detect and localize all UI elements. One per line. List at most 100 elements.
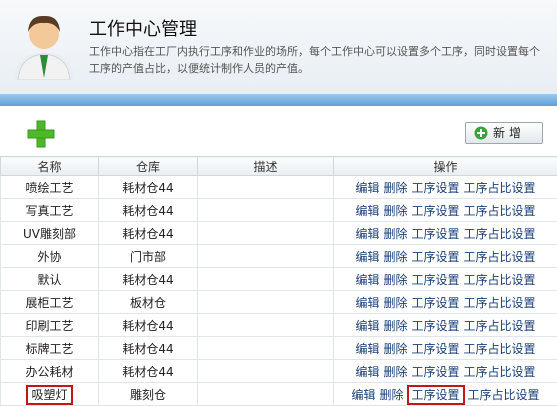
- cell-description: [198, 245, 334, 268]
- cell-description: [198, 314, 334, 337]
- process-ratio-settings-link[interactable]: 工序占比设置: [464, 365, 536, 379]
- table-row: 喷绘工艺耗材仓44 编辑删除工序设置工序占比设置: [1, 176, 557, 199]
- cell-description: [198, 199, 334, 222]
- delete-link[interactable]: 删除: [383, 204, 407, 218]
- row-name: 标牌工艺: [25, 342, 73, 356]
- row-name: UV雕刻部: [23, 227, 76, 241]
- row-name: 展柜工艺: [25, 296, 73, 310]
- edit-link[interactable]: 编辑: [351, 388, 375, 402]
- delete-link[interactable]: 删除: [383, 227, 407, 241]
- add-large-icon[interactable]: [27, 120, 55, 148]
- process-ratio-settings-link[interactable]: 工序占比设置: [468, 388, 540, 402]
- edit-link[interactable]: 编辑: [355, 181, 379, 195]
- delete-link[interactable]: 删除: [383, 250, 407, 264]
- edit-link[interactable]: 编辑: [355, 365, 379, 379]
- table-row: UV雕刻部 耗材仓44 编辑删除工序设置工序占比设置: [1, 222, 557, 245]
- column-header-description: 描述: [198, 157, 334, 176]
- table-row: 印刷工艺耗材仓44 编辑删除工序设置工序占比设置: [1, 314, 557, 337]
- cell-name: UV雕刻部: [1, 222, 99, 245]
- cell-name: 喷绘工艺: [1, 176, 99, 199]
- cell-warehouse: 门市部: [99, 245, 198, 268]
- column-header-operations: 操作: [334, 157, 557, 176]
- process-settings-link[interactable]: 工序设置: [412, 319, 460, 333]
- cell-operations: 编辑删除工序设置工序占比设置: [334, 268, 557, 291]
- cell-warehouse: 耗材仓44: [99, 314, 198, 337]
- row-name: 写真工艺: [25, 204, 73, 218]
- cell-description: [198, 268, 334, 291]
- process-ratio-settings-link[interactable]: 工序占比设置: [464, 181, 536, 195]
- cell-operations: 编辑删除工序设置工序占比设置: [334, 291, 557, 314]
- cell-operations: 编辑删除工序设置工序占比设置: [334, 222, 557, 245]
- cell-operations: 编辑删除工序设置工序占比设置: [334, 314, 557, 337]
- edit-link[interactable]: 编辑: [355, 342, 379, 356]
- delete-link[interactable]: 删除: [383, 342, 407, 356]
- process-settings-link[interactable]: 工序设置: [412, 342, 460, 356]
- user-avatar-icon: [14, 8, 74, 80]
- cell-description: [198, 337, 334, 360]
- table-row: 外协 门市部 编辑删除工序设置工序占比设置: [1, 245, 557, 268]
- cell-description: [198, 383, 334, 406]
- cell-operations: 编辑删除工序设置工序占比设置: [334, 360, 557, 383]
- process-settings-link[interactable]: 工序设置: [412, 227, 460, 241]
- table-row: 办公耗材耗材仓44编辑删除工序设置工序占比设置: [1, 360, 557, 383]
- table-row: 标牌工艺 耗材仓44 编辑删除工序设置工序占比设置: [1, 337, 557, 360]
- delete-link[interactable]: 删除: [379, 388, 403, 402]
- add-button[interactable]: 新增: [465, 122, 543, 144]
- cell-name: 外协: [1, 245, 99, 268]
- process-ratio-settings-link[interactable]: 工序占比设置: [464, 227, 536, 241]
- cell-name: 印刷工艺: [1, 314, 99, 337]
- column-header-warehouse: 仓库: [99, 157, 198, 176]
- delete-link[interactable]: 删除: [383, 296, 407, 310]
- table-header-row: 名称 仓库 描述 操作: [1, 157, 557, 176]
- row-name: 办公耗材: [25, 365, 73, 379]
- process-ratio-settings-link[interactable]: 工序占比设置: [464, 273, 536, 287]
- page-description: 工作中心指在工厂内执行工序和作业的场所，每个工作中心可以设置多个工序，同时设置每…: [89, 43, 549, 77]
- cell-warehouse: 耗材仓44: [99, 337, 198, 360]
- cell-warehouse: 板材仓: [99, 291, 198, 314]
- process-settings-link[interactable]: 工序设置: [412, 250, 460, 264]
- cell-description: [198, 222, 334, 245]
- process-settings-link[interactable]: 工序设置: [412, 181, 460, 195]
- process-settings-link[interactable]: 工序设置: [412, 273, 460, 287]
- cell-operations: 编辑删除工序设置工序占比设置: [334, 176, 557, 199]
- edit-link[interactable]: 编辑: [355, 204, 379, 218]
- cell-operations: 编辑删除工序设置工序占比设置: [334, 245, 557, 268]
- edit-link[interactable]: 编辑: [355, 319, 379, 333]
- process-ratio-settings-link[interactable]: 工序占比设置: [464, 319, 536, 333]
- cell-name: 默认: [1, 268, 99, 291]
- process-ratio-settings-link[interactable]: 工序占比设置: [464, 342, 536, 356]
- cell-name: 标牌工艺: [1, 337, 99, 360]
- process-settings-link[interactable]: 工序设置: [412, 296, 460, 310]
- delete-link[interactable]: 删除: [383, 273, 407, 287]
- cell-operations: 编辑删除工序设置工序占比设置: [334, 383, 557, 406]
- process-settings-link[interactable]: 工序设置: [408, 386, 464, 404]
- cell-warehouse: 耗材仓44: [99, 222, 198, 245]
- cell-description: [198, 360, 334, 383]
- work-center-table: 名称 仓库 描述 操作 喷绘工艺耗材仓44编辑删除工序设置工序占比设置写真工艺耗…: [0, 156, 557, 406]
- delete-link[interactable]: 删除: [383, 319, 407, 333]
- process-ratio-settings-link[interactable]: 工序占比设置: [464, 204, 536, 218]
- edit-link[interactable]: 编辑: [355, 250, 379, 264]
- delete-link[interactable]: 删除: [383, 365, 407, 379]
- process-ratio-settings-link[interactable]: 工序占比设置: [464, 250, 536, 264]
- cell-operations: 编辑删除工序设置工序占比设置: [334, 199, 557, 222]
- add-button-label: 新增: [493, 123, 525, 143]
- delete-link[interactable]: 删除: [383, 181, 407, 195]
- table-row: 吸塑灯雕刻仓 编辑删除工序设置工序占比设置: [1, 383, 557, 406]
- process-settings-link[interactable]: 工序设置: [412, 365, 460, 379]
- cell-warehouse: 耗材仓44: [99, 199, 198, 222]
- cell-description: [198, 291, 334, 314]
- edit-link[interactable]: 编辑: [355, 273, 379, 287]
- process-ratio-settings-link[interactable]: 工序占比设置: [464, 296, 536, 310]
- cell-name: 写真工艺: [1, 199, 99, 222]
- page-header: 工作中心管理 工作中心指在工厂内执行工序和作业的场所，每个工作中心可以设置多个工…: [0, 0, 557, 95]
- edit-link[interactable]: 编辑: [355, 227, 379, 241]
- row-name: 外协: [37, 250, 61, 264]
- edit-link[interactable]: 编辑: [355, 296, 379, 310]
- process-settings-link[interactable]: 工序设置: [412, 204, 460, 218]
- cell-warehouse: 耗材仓44: [99, 176, 198, 199]
- cell-name: 吸塑灯: [1, 383, 99, 406]
- cell-warehouse: 雕刻仓: [99, 383, 198, 406]
- page-title: 工作中心管理: [89, 15, 197, 41]
- column-header-name: 名称: [1, 157, 99, 176]
